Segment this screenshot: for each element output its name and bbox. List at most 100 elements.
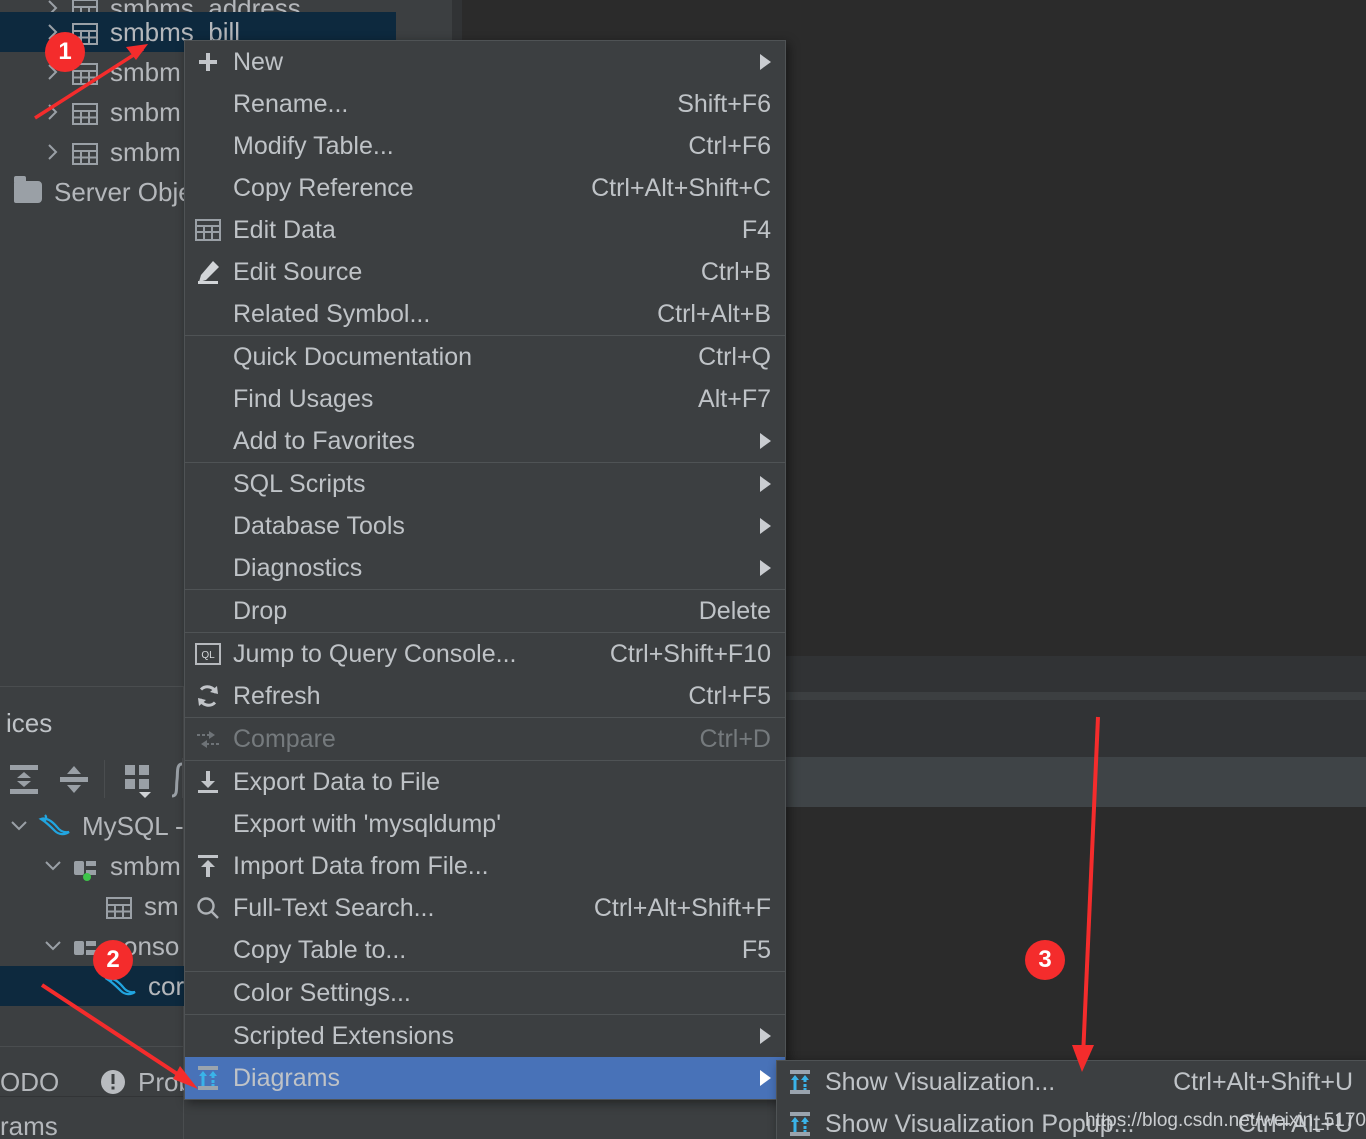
blank-icon — [193, 384, 223, 414]
menu-item-compare[interactable]: Compare Ctrl+D — [185, 718, 785, 760]
menu-item-label: Diagrams — [233, 1063, 340, 1092]
menu-item-label: Drop — [233, 596, 288, 625]
status-item-label: ODO — [0, 1066, 60, 1097]
menu-item-quick-documentation[interactable]: Quick Documentation Ctrl+Q — [185, 336, 785, 378]
chevron-right-icon — [760, 54, 771, 70]
menu-item-label: Export Data to File — [233, 767, 441, 796]
import-icon — [193, 851, 223, 881]
chevron-right-icon[interactable] — [40, 139, 66, 165]
annotation-badge-1: 1 — [45, 32, 85, 72]
menu-item-modify-table[interactable]: Modify Table... Ctrl+F6 — [185, 125, 785, 167]
expand-all-icon[interactable] — [6, 762, 42, 801]
blank-icon — [193, 299, 223, 329]
tool-window-tab-services[interactable]: ices — [6, 708, 52, 739]
menu-item-new[interactable]: New — [185, 41, 785, 83]
menu-item-label: Export with 'mysqldump' — [233, 809, 501, 838]
blank-icon — [193, 809, 223, 839]
submenu-item-shortcut: Ctrl+Alt+Shift+U — [1173, 1067, 1353, 1096]
menu-item-label: Diagnostics — [233, 553, 363, 582]
menu-item-shortcut: F4 — [741, 215, 771, 244]
bottom-tab-label: rams — [0, 1110, 58, 1139]
menu-item-label: Modify Table... — [233, 131, 394, 160]
tree-item-server-objects[interactable]: Server Obje — [0, 172, 198, 212]
menu-item-export-with-mysqldump[interactable]: Export with 'mysqldump' — [185, 803, 785, 845]
menu-item-scripted-extensions[interactable]: Scripted Extensions — [185, 1015, 785, 1057]
blank-icon — [193, 511, 223, 541]
chevron-down-icon[interactable] — [6, 813, 32, 839]
status-item-problems[interactable]: Probl — [98, 1062, 184, 1102]
mysql-dolphin-icon — [38, 811, 72, 841]
table-grid-icon — [193, 215, 223, 245]
context-menu[interactable]: New Rename... Shift+F6 Modify Table... C… — [184, 40, 786, 1100]
menu-item-label: Copy Table to... — [233, 935, 407, 964]
menu-item-diagnostics[interactable]: Diagnostics — [185, 547, 785, 589]
watermark-url: https://blog.csdn.net/weixin_51705246 — [1085, 1110, 1366, 1131]
chevron-right-icon — [760, 560, 771, 576]
menu-item-edit-source[interactable]: Edit Source Ctrl+B — [185, 251, 785, 293]
chevron-down-icon[interactable] — [40, 853, 66, 879]
bottom-tab-diagrams[interactable]: rams — [0, 1106, 150, 1139]
menu-item-color-settings[interactable]: Color Settings... — [185, 972, 785, 1014]
menu-item-edit-data[interactable]: Edit Data F4 — [185, 209, 785, 251]
blank-icon — [193, 935, 223, 965]
chevron-right-icon[interactable] — [40, 99, 66, 125]
warning-icon — [98, 1067, 128, 1097]
blank-icon — [193, 596, 223, 626]
services-item-label: smbm — [110, 850, 181, 881]
tree-item-label: smbm — [110, 96, 181, 127]
svg-text:QL: QL — [201, 650, 215, 661]
menu-item-label: Refresh — [233, 681, 321, 710]
menu-item-shortcut: Ctrl+Alt+Shift+F — [593, 893, 771, 922]
menu-item-add-to-favorites[interactable]: Add to Favorites — [185, 420, 785, 462]
table-icon — [106, 895, 132, 919]
toolbar-separator — [104, 760, 105, 798]
grid-view-icon[interactable] — [122, 762, 162, 803]
menu-item-shortcut: Ctrl+Shift+F10 — [609, 639, 771, 668]
ide-screenshot: smbms_address smbms_bill — [0, 0, 1366, 1139]
menu-item-label: Find Usages — [233, 384, 374, 413]
blank-icon — [193, 131, 223, 161]
menu-item-database-tools[interactable]: Database Tools — [185, 505, 785, 547]
menu-item-shortcut: Ctrl+B — [700, 257, 771, 286]
menu-item-shortcut: Shift+F6 — [677, 89, 771, 118]
menu-item-label: Jump to Query Console... — [233, 639, 517, 668]
menu-item-jump-to-query-console[interactable]: QL Jump to Query Console... Ctrl+Shift+F… — [185, 633, 785, 675]
menu-item-label: Database Tools — [233, 511, 405, 540]
menu-item-sql-scripts[interactable]: SQL Scripts — [185, 463, 785, 505]
menu-item-find-usages[interactable]: Find Usages Alt+F7 — [185, 378, 785, 420]
menu-item-drop[interactable]: Drop Delete — [185, 590, 785, 632]
chevron-right-icon — [760, 1028, 771, 1044]
tree-item-label: smbm — [110, 56, 181, 87]
menu-item-import-data-from-file[interactable]: Import Data from File... — [185, 845, 785, 887]
menu-item-label: Compare — [233, 724, 336, 753]
menu-item-full-text-search[interactable]: Full-Text Search... Ctrl+Alt+Shift+F — [185, 887, 785, 929]
refresh-icon — [193, 681, 223, 711]
submenu-item-show-visualization[interactable]: Show Visualization... Ctrl+Alt+Shift+U — [777, 1061, 1366, 1103]
services-item-mysql[interactable]: MySQL - — [0, 806, 190, 846]
menu-item-shortcut: F5 — [741, 935, 771, 964]
chevron-down-icon[interactable] — [40, 933, 66, 959]
menu-item-shortcut: Ctrl+Alt+B — [657, 299, 771, 328]
search-icon — [193, 893, 223, 923]
menu-item-copy-table-to[interactable]: Copy Table to... F5 — [185, 929, 785, 971]
status-item-todo[interactable]: ODO — [0, 1062, 60, 1102]
menu-item-export-data-to-file[interactable]: Export Data to File — [185, 761, 785, 803]
menu-item-label: Related Symbol... — [233, 299, 431, 328]
table-icon — [72, 141, 98, 165]
menu-item-copy-reference[interactable]: Copy Reference Ctrl+Alt+Shift+C — [185, 167, 785, 209]
diagrams-icon — [193, 1063, 223, 1093]
menu-item-shortcut: Ctrl+F5 — [688, 681, 771, 710]
menu-item-label: Rename... — [233, 89, 349, 118]
menu-item-label: Import Data from File... — [233, 851, 489, 880]
menu-item-diagrams[interactable]: Diagrams — [185, 1057, 785, 1099]
table-icon — [72, 101, 98, 125]
status-item-label: Probl — [138, 1066, 184, 1097]
menu-item-related-symbol[interactable]: Related Symbol... Ctrl+Alt+B — [185, 293, 785, 335]
menu-item-rename[interactable]: Rename... Shift+F6 — [185, 83, 785, 125]
menu-item-label: Add to Favorites — [233, 426, 416, 455]
pencil-icon — [193, 257, 223, 287]
menu-item-refresh[interactable]: Refresh Ctrl+F5 — [185, 675, 785, 717]
menu-item-shortcut: Ctrl+F6 — [688, 131, 771, 160]
collapse-all-icon[interactable] — [56, 762, 92, 801]
blank-icon — [193, 342, 223, 372]
